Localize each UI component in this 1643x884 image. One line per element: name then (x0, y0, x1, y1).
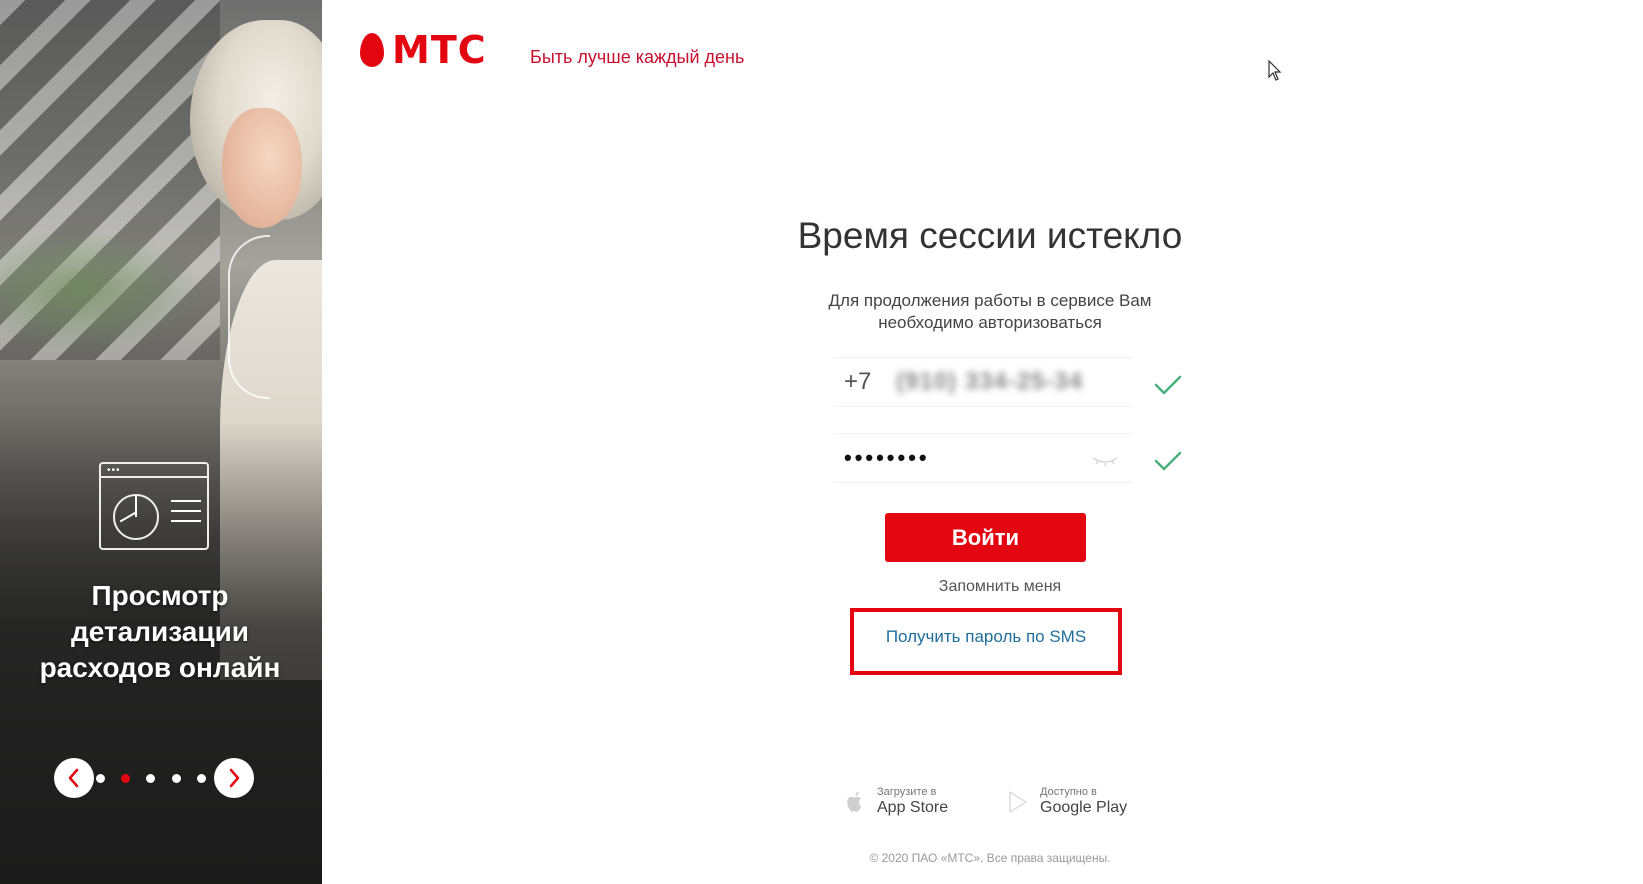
eye-closed-icon[interactable] (1092, 456, 1118, 466)
carousel-prev-button[interactable] (54, 758, 94, 798)
promo-title-line: детализации (70, 616, 250, 647)
promo-title-line: Просмотр (91, 580, 229, 611)
check-icon (1154, 451, 1182, 471)
promo-title: Просмотр детализации расходов онлайн (20, 578, 300, 686)
phone-prefix: +7 (844, 368, 872, 395)
remember-me-option[interactable]: Запомнить меня (880, 578, 1120, 596)
mouse-cursor-icon (1268, 60, 1282, 81)
carousel-dot[interactable] (172, 774, 181, 783)
background-foliage (0, 230, 200, 350)
google-play-caption: Доступно в (1040, 786, 1097, 798)
password-input[interactable]: •••••••• (844, 445, 930, 471)
promo-title-line: расходов онлайн (39, 652, 281, 683)
pie-chart-icon (113, 494, 159, 540)
carousel-dot[interactable] (96, 774, 105, 783)
appstore-link[interactable]: Загрузите в App Store (845, 786, 948, 817)
carousel-dot-active[interactable] (121, 774, 130, 783)
page-title: Время сессии истекло (797, 215, 1183, 256)
auth-message-line: Для продолжения работы в сервисе Вам (828, 291, 1152, 310)
google-play-icon (1009, 790, 1027, 813)
carousel-next-button[interactable] (214, 758, 254, 798)
chevron-right-icon (229, 768, 240, 788)
person-face (222, 108, 302, 228)
egg-logo-icon (360, 33, 384, 67)
google-play-link[interactable]: Доступно в Google Play (1008, 786, 1127, 817)
copyright: © 2020 ПАО «МТС». Все права защищены. (869, 851, 1111, 865)
analytics-window-icon: ••• (99, 462, 209, 550)
apple-icon (847, 791, 861, 812)
carousel-dot[interactable] (146, 774, 155, 783)
check-icon (1154, 375, 1182, 395)
promo-carousel-controls (54, 758, 254, 798)
login-button[interactable]: Войти (885, 513, 1086, 562)
phone-input[interactable]: (910) 334-25-34 (896, 368, 1083, 396)
chevron-left-icon (68, 768, 79, 788)
carousel-dot[interactable] (197, 774, 206, 783)
appstore-caption: Загрузите в (877, 786, 937, 798)
appstore-label: App Store (877, 799, 949, 816)
earphone-cable (228, 235, 270, 399)
tagline: Быть лучше каждый день (530, 47, 745, 67)
phone-field[interactable]: +7 (910) 334-25-34 (834, 357, 1132, 407)
get-sms-password-link[interactable]: Получить пароль по SMS (850, 627, 1122, 647)
password-field[interactable]: •••••••• (834, 433, 1132, 483)
list-lines-icon (171, 500, 201, 530)
auth-message: Для продолжения работы в сервисе Вам нео… (790, 290, 1190, 334)
mts-logo[interactable]: МТС (360, 30, 487, 70)
auth-message-line: необходимо авторизоваться (878, 313, 1102, 332)
google-play-label: Google Play (1040, 799, 1128, 816)
logo-text: МТС (392, 28, 487, 72)
promo-panel: ••• Просмотр детализации расходов онлайн (0, 0, 322, 884)
